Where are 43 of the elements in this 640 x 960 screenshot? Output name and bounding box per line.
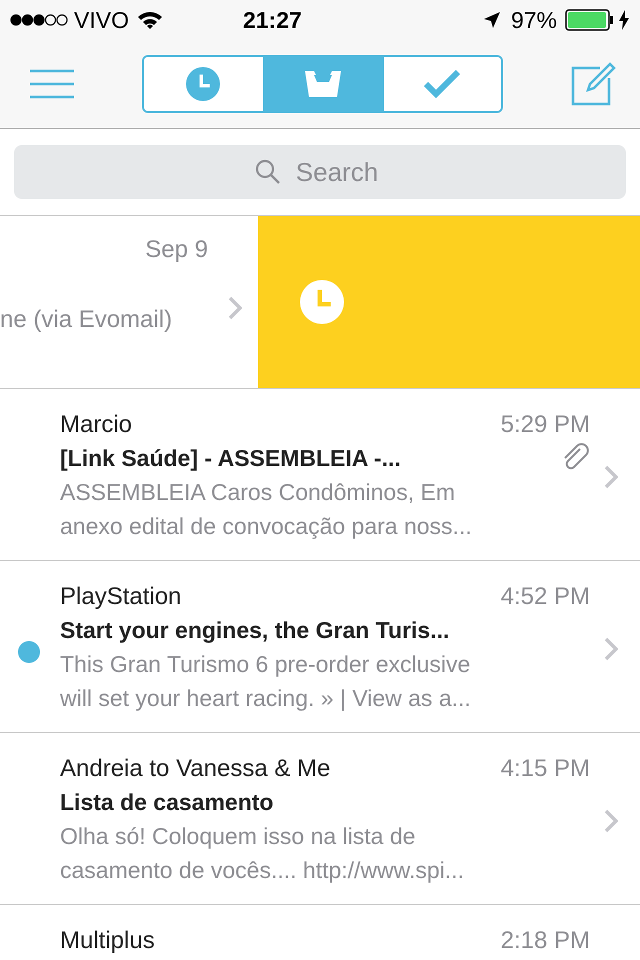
message-sender: Marcio: [60, 410, 132, 440]
message-time: 5:29 PM: [500, 410, 590, 440]
message-time: 2:18 PM: [500, 926, 590, 956]
clock-tab[interactable]: [144, 57, 262, 111]
compose-button[interactable]: [570, 62, 616, 106]
message-sender: Andreia to Vanessa & Me: [60, 754, 330, 784]
chevron-icon: [604, 809, 618, 833]
message-preview: will set your heart racing. » | View as a...: [60, 684, 472, 713]
message-time: 4:52 PM: [500, 582, 590, 612]
message-sender: PlayStation: [60, 582, 182, 612]
wifi-icon: [136, 10, 163, 30]
message-subject: Start your engines, the Gran Turis...: [60, 616, 450, 645]
message-preview: This Gran Turismo 6 pre-order exclusive: [60, 650, 472, 679]
search-icon: [255, 159, 281, 185]
charging-bolt-icon: [618, 10, 630, 30]
menu-button[interactable]: [30, 69, 74, 99]
clock-icon: [186, 67, 220, 101]
search-field[interactable]: Search: [14, 145, 626, 199]
inbox-tab[interactable]: [262, 57, 382, 111]
snooze-action[interactable]: [258, 216, 640, 388]
message-preview: ASSEMBLEIA Caros Condôminos, Em: [60, 478, 456, 507]
location-arrow-icon: [482, 11, 501, 29]
message-preview: Olha só! Coloquem isso na lista de: [60, 822, 416, 851]
message-sender: Multiplus: [60, 926, 155, 956]
message-preview: casamento de vocês.... http://www.spi...: [60, 856, 465, 885]
clock-icon: [300, 280, 344, 324]
check-tab[interactable]: [382, 57, 500, 111]
signal-strength-icon: [10, 14, 68, 26]
carrier-name: VIVO: [74, 6, 129, 34]
chevron-icon: [604, 465, 618, 489]
chevron-icon: [228, 296, 242, 320]
message-time: 4:15 PM: [500, 754, 590, 784]
message-sender: ne (via Evomail): [0, 306, 172, 334]
inbox-tray-icon: [302, 69, 344, 99]
message-preview: anexo edital de convocação para noss...: [60, 512, 473, 541]
message-date: Sep 9: [145, 236, 208, 264]
chevron-icon: [604, 637, 618, 661]
checkmark-icon: [423, 69, 461, 99]
message-subject: Lista de casamento: [60, 788, 274, 817]
battery-icon: [565, 9, 615, 31]
message-subject: [Link Saúde] - ASSEMBLEIA -...: [60, 444, 401, 473]
battery-percentage: 97%: [510, 6, 557, 34]
clock-time: 21:27: [242, 6, 302, 34]
